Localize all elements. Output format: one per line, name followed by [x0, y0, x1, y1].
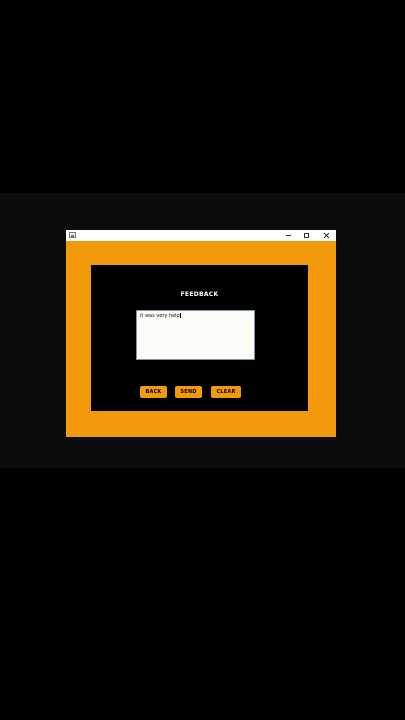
minimize-icon	[285, 235, 291, 236]
feedback-textarea[interactable]: it was very help	[136, 310, 255, 360]
close-icon	[323, 232, 330, 239]
back-button[interactable]: BACK	[140, 386, 167, 398]
text-caret	[179, 313, 181, 318]
close-button[interactable]	[316, 230, 336, 241]
java-app-icon	[69, 232, 76, 238]
feedback-panel: FEEDBACK it was very help BACK SEND CLEA…	[91, 265, 308, 411]
clear-button[interactable]: CLEAR	[211, 386, 241, 398]
window-titlebar	[66, 230, 336, 241]
feedback-text: it was very help	[140, 313, 180, 319]
maximize-icon	[303, 233, 309, 238]
maximize-button[interactable]	[296, 230, 316, 241]
feedback-window: FEEDBACK it was very help BACK SEND CLEA…	[66, 230, 336, 437]
send-button[interactable]: SEND	[175, 386, 202, 398]
minimize-button[interactable]	[278, 230, 298, 241]
page-title: FEEDBACK	[180, 291, 219, 298]
